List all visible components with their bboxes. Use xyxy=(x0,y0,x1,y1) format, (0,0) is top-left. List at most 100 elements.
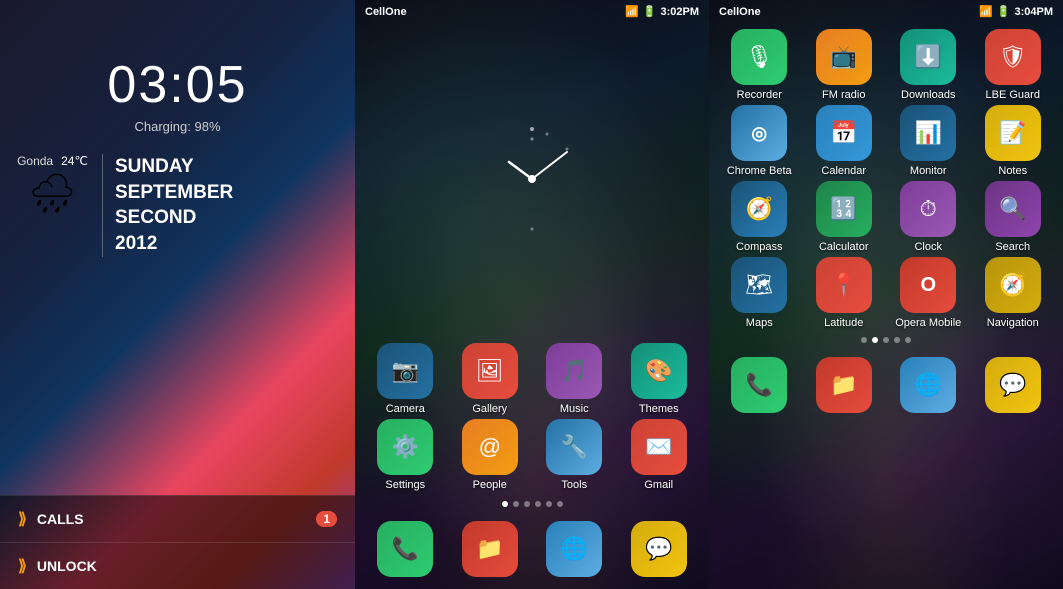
app-chrome-beta[interactable]: ◎ Chrome Beta xyxy=(721,105,798,177)
drawer-dock-browser[interactable]: 🌐 xyxy=(890,357,967,413)
settings-icon: ⚙️ xyxy=(392,434,419,460)
lock-date-month: SEPTEMBER xyxy=(115,180,233,206)
fmradio-label: FM radio xyxy=(822,89,865,101)
downloads-icon: ⬇️ xyxy=(915,44,942,70)
fmradio-icon: 📺 xyxy=(830,44,857,70)
calculator-label: Calculator xyxy=(819,241,869,253)
app-recorder[interactable]: 🎙 Recorder xyxy=(721,29,798,101)
lock-city: Gonda xyxy=(17,154,53,168)
drawer-dot-2 xyxy=(872,337,878,343)
app-settings[interactable]: ⚙️ Settings xyxy=(367,419,444,491)
dock-browser[interactable]: 🌐 xyxy=(536,521,613,577)
music-label: Music xyxy=(560,403,589,415)
dot-1 xyxy=(502,501,508,507)
drawer-dock: 📞 📁 🌐 💬 xyxy=(709,349,1063,425)
music-icon: 🎵 xyxy=(561,358,588,384)
themes-label: Themes xyxy=(639,403,679,415)
home-dock: 📞 📁 🌐 💬 xyxy=(355,513,709,589)
app-opera[interactable]: O Opera Mobile xyxy=(890,257,967,329)
drawer-phone-icon: 📞 xyxy=(746,372,773,398)
files-icon: 📁 xyxy=(476,536,503,562)
calls-label: CALLS xyxy=(37,511,84,527)
compass-icon: 🧭 xyxy=(746,196,773,222)
opera-label: Opera Mobile xyxy=(895,317,961,329)
opera-icon: O xyxy=(920,274,936,297)
clock-widget xyxy=(355,23,709,335)
people-icon: @ xyxy=(479,434,501,460)
drawer-row1: 🎙 Recorder 📺 FM radio ⬇️ Downloads 🛡 LBE… xyxy=(709,23,1063,103)
dock-messages[interactable]: 💬 xyxy=(621,521,698,577)
gallery-label: Gallery xyxy=(472,403,507,415)
drawer-files-icon: 📁 xyxy=(830,372,857,398)
latitude-icon: 📍 xyxy=(830,272,857,298)
app-themes[interactable]: 🎨 Themes xyxy=(621,343,698,415)
app-fmradio[interactable]: 📺 FM radio xyxy=(806,29,883,101)
dock-files[interactable]: 📁 xyxy=(452,521,529,577)
chrome-icon: ◎ xyxy=(751,123,767,144)
dot-5 xyxy=(546,501,552,507)
app-calculator[interactable]: 🔢 Calculator xyxy=(806,181,883,253)
lbe-label: LBE Guard xyxy=(986,89,1040,101)
dot-4 xyxy=(535,501,541,507)
dot-6 xyxy=(557,501,563,507)
lock-temp: 24℃ xyxy=(61,154,88,168)
app-camera[interactable]: 📷 Camera xyxy=(367,343,444,415)
app-compass[interactable]: 🧭 Compass xyxy=(721,181,798,253)
drawer-time: 3:04PM xyxy=(1014,6,1053,18)
app-music[interactable]: 🎵 Music xyxy=(536,343,613,415)
lock-unlock-button[interactable]: ⟫ UNLOCK xyxy=(0,542,355,589)
search-label: Search xyxy=(995,241,1030,253)
app-drawer: CellOne 📶 🔋 3:04PM 🎙 Recorder 📺 FM radio… xyxy=(709,0,1063,589)
app-notes[interactable]: 📝 Notes xyxy=(975,105,1052,177)
home-apps-row2: ⚙️ Settings @ People 🔧 Tools ✉️ Gmail xyxy=(355,415,709,495)
unlock-label: UNLOCK xyxy=(37,558,97,574)
lock-charging: Charging: 98% xyxy=(0,119,355,134)
clock-icon: ⏱ xyxy=(920,196,937,222)
app-people[interactable]: @ People xyxy=(452,419,529,491)
calculator-icon: 🔢 xyxy=(830,196,857,222)
gallery-icon: 🖼 xyxy=(476,358,504,384)
home-page-dots xyxy=(355,495,709,513)
drawer-dock-phone[interactable]: 📞 xyxy=(721,357,798,413)
drawer-dock-files[interactable]: 📁 xyxy=(806,357,883,413)
drawer-dot-3 xyxy=(883,337,889,343)
chrome-label: Chrome Beta xyxy=(727,165,792,177)
downloads-label: Downloads xyxy=(901,89,955,101)
drawer-dot-1 xyxy=(861,337,867,343)
drawer-status-bar: CellOne 📶 🔋 3:04PM xyxy=(709,0,1063,23)
drawer-signal-icon: 📶 xyxy=(979,5,993,18)
home-carrier: CellOne xyxy=(365,6,407,18)
phone-icon: 📞 xyxy=(392,536,419,562)
app-maps[interactable]: 🗺 Maps xyxy=(721,257,798,329)
app-gallery[interactable]: 🖼 Gallery xyxy=(452,343,529,415)
app-clock[interactable]: ⏱ Clock xyxy=(890,181,967,253)
dock-phone[interactable]: 📞 xyxy=(367,521,444,577)
dot-2 xyxy=(513,501,519,507)
navigation-icon: 🧭 xyxy=(999,272,1026,298)
home-screen: CellOne 📶 🔋 3:02PM 📷 Camera xyxy=(355,0,709,589)
people-label: People xyxy=(473,479,507,491)
app-monitor[interactable]: 📊 Monitor xyxy=(890,105,967,177)
lock-calls-button[interactable]: ⟫ CALLS 1 xyxy=(0,495,355,542)
lock-date-day: SUNDAY xyxy=(115,154,233,180)
calendar-label: Calendar xyxy=(821,165,866,177)
gmail-icon: ✉️ xyxy=(645,434,672,460)
clock-label: Clock xyxy=(914,241,942,253)
dot-3 xyxy=(524,501,530,507)
drawer-dot-4 xyxy=(894,337,900,343)
app-tools[interactable]: 🔧 Tools xyxy=(536,419,613,491)
messages-icon: 💬 xyxy=(645,536,672,562)
app-gmail[interactable]: ✉️ Gmail xyxy=(621,419,698,491)
search-icon: 🔍 xyxy=(999,196,1026,222)
tools-icon: 🔧 xyxy=(561,434,588,460)
app-latitude[interactable]: 📍 Latitude xyxy=(806,257,883,329)
app-downloads[interactable]: ⬇️ Downloads xyxy=(890,29,967,101)
app-search[interactable]: 🔍 Search xyxy=(975,181,1052,253)
drawer-dock-messages[interactable]: 💬 xyxy=(975,357,1052,413)
app-calendar[interactable]: 📅 Calendar xyxy=(806,105,883,177)
tools-label: Tools xyxy=(561,479,587,491)
drawer-globe-icon: 🌐 xyxy=(915,372,942,398)
app-navigation[interactable]: 🧭 Navigation xyxy=(975,257,1052,329)
app-lbe[interactable]: 🛡 LBE Guard xyxy=(975,29,1052,101)
drawer-battery-icon: 🔋 xyxy=(997,5,1011,18)
